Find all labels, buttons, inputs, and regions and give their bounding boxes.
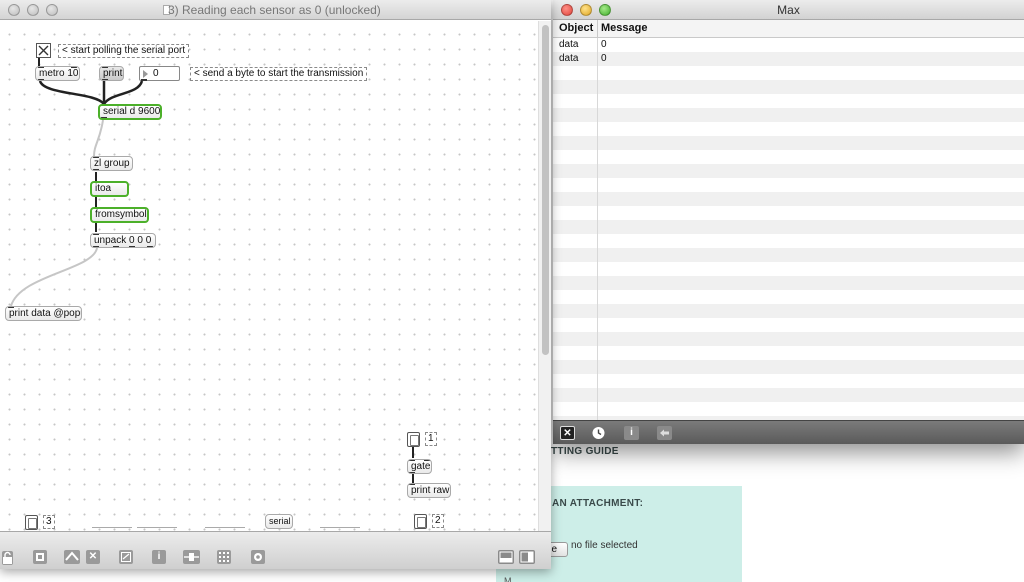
gate-object[interactable]: gate (407, 459, 432, 474)
patcher-title: 3) Reading each sensor as 0 (unlocked) (168, 3, 381, 17)
print-message-box[interactable]: print (99, 66, 124, 81)
lock-icon[interactable] (2, 551, 13, 565)
toggle-1[interactable] (407, 432, 420, 447)
background-heading-attachment: AN ATTACHMENT: (552, 498, 644, 509)
serial-object-label: serial d 9600 (103, 106, 161, 117)
column-header-message[interactable]: Message (601, 22, 647, 34)
fromsymbol-object[interactable]: fromsymbol (90, 207, 149, 223)
console-column-divider (597, 38, 598, 420)
max-console-window: Max Object Message data 0 data 0 ✕ i (553, 0, 1024, 444)
unpack-label: unpack 0 0 0 (94, 235, 152, 246)
patcher-canvas[interactable]: < start polling the serial port metro 10… (0, 21, 538, 531)
close-window-button[interactable] (8, 4, 20, 16)
hidden-object-edge (205, 527, 245, 530)
toggle-2[interactable] (414, 514, 427, 529)
console-row-object: data (559, 39, 579, 50)
hidden-object-edge (320, 527, 360, 530)
itoa-label: itoa (95, 183, 112, 194)
background-heading-guide: TTING GUIDE (551, 446, 619, 457)
print-raw-label: print raw (411, 485, 450, 496)
print-data-label: print data @popup (9, 308, 81, 319)
console-header: Object Message (553, 20, 1024, 38)
number-arrow-icon (143, 70, 148, 78)
comment-send-byte[interactable]: < send a byte to start the transmission (190, 67, 368, 81)
fromsymbol-label: fromsymbol (95, 209, 147, 220)
hidden-object-edge (137, 527, 177, 530)
toggle-1-label: 1 (425, 432, 437, 446)
serial-object[interactable]: serial d 9600 (98, 104, 162, 120)
console-row-object: data (559, 53, 579, 64)
toggle-3-label: 3 (43, 515, 55, 529)
no-file-selected-text: no file selected (571, 540, 638, 551)
gate-label: gate (411, 461, 431, 472)
number-box[interactable]: 0 (139, 66, 180, 81)
inspector-icon[interactable]: i (152, 550, 166, 564)
clear-icon[interactable]: ✕ (560, 426, 575, 440)
serial-small-object[interactable]: serial (265, 514, 293, 529)
hidden-object-edge (92, 527, 132, 530)
metro-object[interactable]: metro 10 (35, 66, 80, 81)
console-toolbar: ✕ i (553, 420, 1024, 444)
column-header-object[interactable]: Object (559, 22, 593, 34)
zoom-window-button[interactable] (46, 4, 58, 16)
presentation-icon[interactable] (33, 550, 47, 564)
back-arrow-icon[interactable] (657, 426, 672, 440)
console-row-message: 0 (601, 39, 607, 50)
patch-cords (10, 58, 414, 483)
bpatcher-icon[interactable] (64, 550, 80, 564)
minimize-window-button[interactable] (27, 4, 39, 16)
window-icon[interactable] (119, 550, 133, 564)
clear-icon[interactable]: ✕ (86, 550, 100, 564)
patcher-toolbar: ✕ i (0, 531, 551, 569)
print-raw-object[interactable]: print raw (407, 483, 451, 498)
patcher-titlebar[interactable]: 3) Reading each sensor as 0 (unlocked) (0, 0, 551, 20)
number-box-value: 0 (153, 68, 159, 79)
patcher-window: 3) Reading each sensor as 0 (unlocked) <… (0, 0, 551, 569)
slider-icon[interactable] (183, 550, 200, 564)
unpack-object[interactable]: unpack 0 0 0 (90, 233, 156, 248)
toggle-2-label: 2 (432, 514, 444, 528)
zl-group-label: zl group (94, 158, 130, 169)
background-cut-text: M (504, 576, 512, 582)
max-window-titlebar[interactable]: Max (553, 0, 1024, 20)
patcher-vertical-scrollbar[interactable] (538, 21, 551, 531)
left-pane-icon[interactable] (498, 550, 514, 564)
metro-object-label: metro 10 (39, 68, 79, 79)
print-message-label: print (103, 68, 123, 79)
serial-small-label: serial (269, 516, 291, 526)
right-pane-icon[interactable] (519, 550, 535, 564)
comment-start-polling[interactable]: < start polling the serial port (58, 44, 190, 58)
clock-icon[interactable] (591, 426, 606, 440)
info-icon[interactable]: i (624, 426, 639, 440)
polling-toggle[interactable] (36, 43, 51, 58)
toggle-3[interactable] (25, 515, 38, 530)
zl-group-object[interactable]: zl group (90, 156, 133, 171)
column-divider[interactable] (597, 20, 598, 38)
console-row[interactable]: data 0 (553, 52, 1024, 66)
max-window-title: Max (777, 3, 800, 17)
grid-icon[interactable] (217, 550, 231, 564)
console-row-message: 0 (601, 53, 607, 64)
debug-icon[interactable] (251, 550, 265, 564)
console-row[interactable]: data 0 (553, 38, 1024, 52)
console-message-list[interactable]: data 0 data 0 (553, 38, 1024, 420)
print-data-object[interactable]: print data @popup (5, 306, 82, 321)
itoa-object[interactable]: itoa (90, 181, 129, 197)
scrollbar-thumb[interactable] (542, 25, 549, 355)
